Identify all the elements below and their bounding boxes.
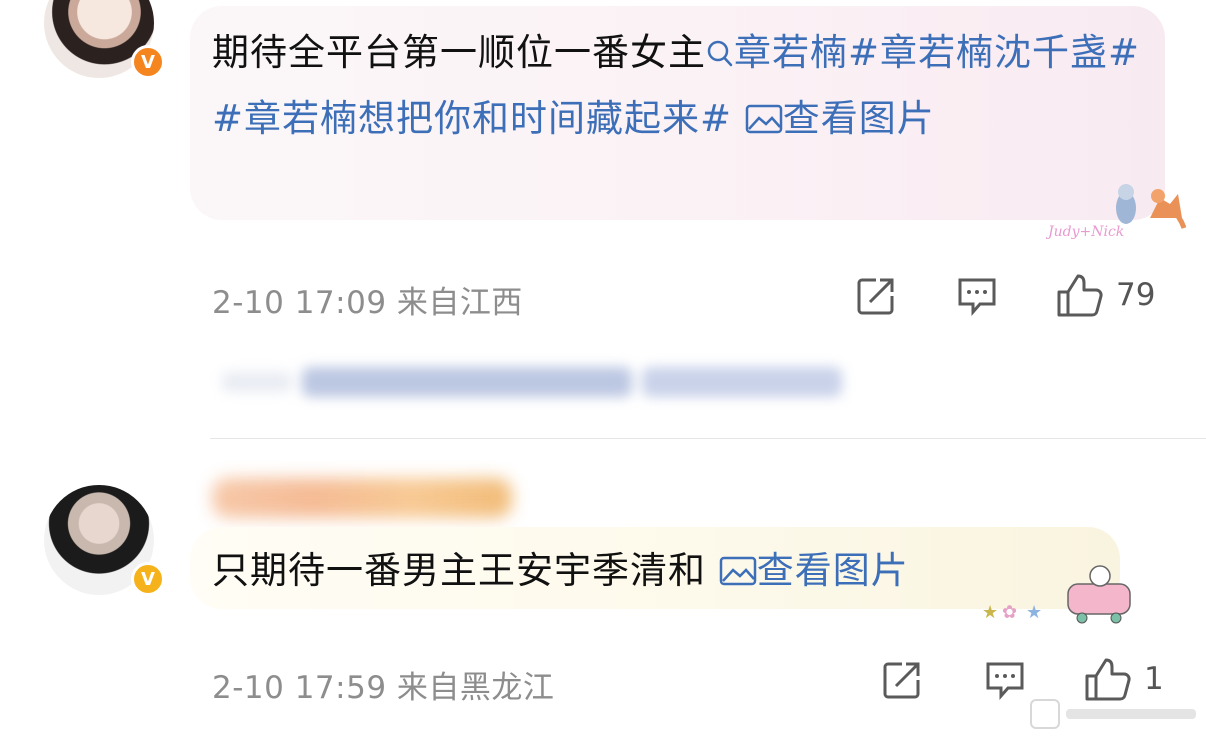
hashtag-link[interactable]: #章若楠沈千盏# xyxy=(848,31,1140,74)
verified-badge: V xyxy=(131,562,165,596)
comment-text: 期待全平台第一顺位一番女主 章若楠#章若楠沈千盏# #章若楠想把你和时间藏起来# … xyxy=(212,20,1142,152)
sticker-decoration: ★ ✿ ★ xyxy=(982,565,1131,624)
comment-plain-text: 只期待一番男主王安宇季清和 xyxy=(212,549,706,592)
image-icon xyxy=(745,104,783,134)
svg-text:★: ★ xyxy=(1026,602,1042,623)
share-icon xyxy=(883,662,920,699)
like-count: 79 xyxy=(1116,277,1156,313)
comment-time: 2-10 17:09 xyxy=(212,285,387,321)
search-icon xyxy=(707,40,733,67)
like-icon xyxy=(1057,274,1103,317)
comment-plain-text: 期待全平台第一顺位一番女主 xyxy=(212,31,706,74)
svg-text:★: ★ xyxy=(982,602,998,623)
share-button[interactable] xyxy=(856,276,896,316)
view-image-link[interactable]: 查看图片 xyxy=(745,97,935,140)
comment-location: 来自江西 xyxy=(396,285,523,321)
share-icon xyxy=(857,278,894,315)
sticker-decoration: Judy+Nick xyxy=(1046,184,1186,240)
username[interactable] xyxy=(212,478,512,518)
divider xyxy=(210,438,1206,439)
like-button[interactable]: 79 xyxy=(1056,272,1155,318)
comment-button[interactable] xyxy=(956,276,998,316)
comment-text: 只期待一番男主王安宇季清和 查看图片 xyxy=(212,538,1112,604)
hashtag-link[interactable]: #章若楠想把你和时间藏起来# xyxy=(212,97,732,140)
verified-badge: V xyxy=(131,45,165,79)
svg-text:Judy+Nick: Judy+Nick xyxy=(1046,224,1124,240)
view-image-link[interactable]: 查看图片 xyxy=(719,549,909,592)
comment-location: 来自黑龙江 xyxy=(396,670,555,706)
share-button[interactable] xyxy=(882,660,922,700)
comment-meta: 2-10 17:59 来自黑龙江 xyxy=(212,662,554,707)
svg-text:✿: ✿ xyxy=(1002,602,1017,623)
watermark xyxy=(1006,694,1196,734)
comment-meta: 2-10 17:09 来自江西 xyxy=(212,277,523,322)
replies-preview[interactable] xyxy=(222,360,882,404)
search-topic-link[interactable]: 章若楠 xyxy=(706,31,848,74)
comment-time: 2-10 17:59 xyxy=(212,670,387,706)
image-icon xyxy=(719,556,757,586)
comment-icon xyxy=(958,278,996,316)
like-count: 1 xyxy=(1144,661,1164,697)
